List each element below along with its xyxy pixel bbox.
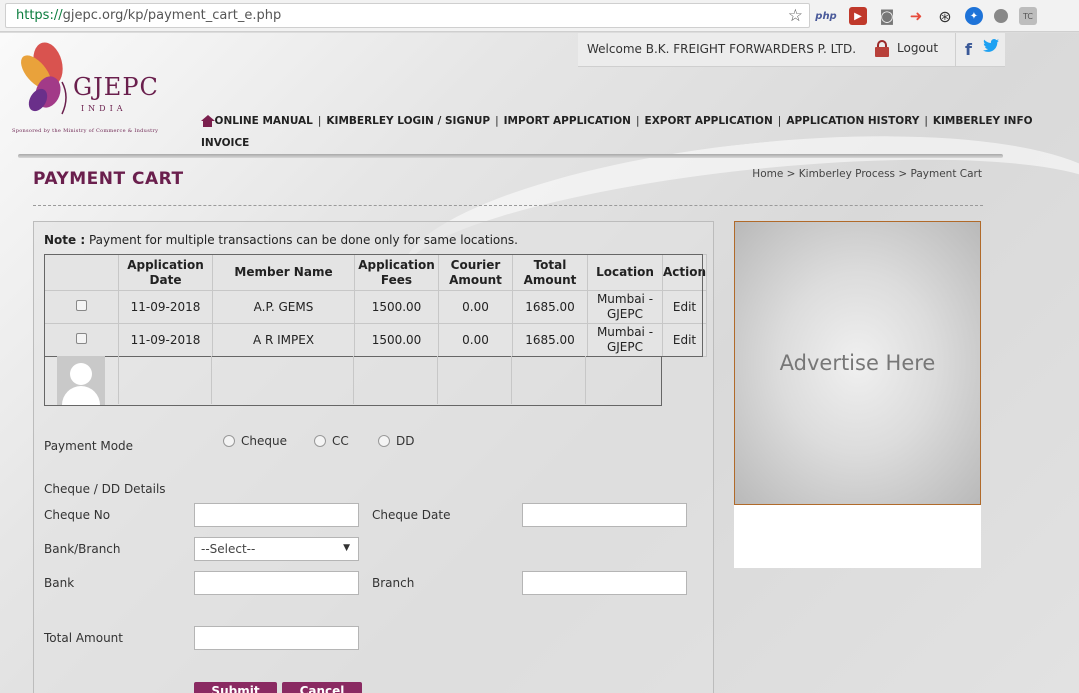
- table-header-action: Action: [661, 254, 708, 291]
- avatar: [57, 356, 105, 405]
- extensions-area: php ▶ ◙ ➜ ⊛ ✦ TC: [814, 4, 1037, 28]
- bank-label: Bank: [44, 576, 75, 590]
- cart-table: Application Date Member Name Application…: [44, 254, 708, 357]
- table-row: 11-09-2018 A R IMPEX 1500.00 0.00 1685.0…: [44, 323, 708, 357]
- cancel-button[interactable]: Cancel: [282, 682, 362, 693]
- camera-icon[interactable]: ◙: [878, 7, 896, 25]
- table-header-location: Location: [587, 254, 663, 291]
- cheque-no-input[interactable]: [194, 503, 359, 527]
- table-header-fees: Application Fees: [354, 254, 439, 291]
- bank-branch-select[interactable]: --Select-- ▼: [194, 537, 359, 561]
- cheque-date-input[interactable]: [522, 503, 687, 527]
- advert-footer: [734, 505, 981, 568]
- edit-link[interactable]: Edit: [661, 290, 708, 324]
- logout-button[interactable]: Logout: [874, 39, 938, 57]
- cell-member: A R IMPEX: [212, 323, 355, 357]
- bank-input[interactable]: [194, 571, 359, 595]
- bank-branch-label: Bank/Branch: [44, 542, 121, 556]
- breadcrumb[interactable]: Home > Kimberley Process > Payment Cart: [752, 168, 982, 180]
- cell-total: 1685.00: [512, 290, 588, 324]
- url-scheme: https://: [16, 8, 63, 23]
- cell-location: Mumbai - GJEPC: [587, 290, 663, 324]
- twitter-icon[interactable]: [983, 39, 999, 53]
- php-icon[interactable]: php: [814, 7, 838, 25]
- photo-row: [44, 356, 662, 406]
- nav-row-1: | ONLINE MANUAL | KIMBERLEY LOGIN / SIGN…: [201, 110, 1033, 132]
- table-header-member: Member Name: [212, 254, 355, 291]
- nav-kimberley-info[interactable]: KIMBERLEY INFO: [933, 110, 1033, 132]
- cheque-dd-details-label: Cheque / DD Details: [44, 482, 166, 496]
- cell-courier: 0.00: [438, 290, 513, 324]
- cell-courier: 0.00: [438, 323, 513, 357]
- advert-box[interactable]: Advertise Here: [734, 221, 981, 505]
- note-label: Note :: [44, 233, 86, 247]
- swirl-icon[interactable]: ⊛: [936, 7, 954, 26]
- radio-dd[interactable]: DD: [378, 434, 414, 448]
- table-header-row: Application Date Member Name Application…: [44, 254, 708, 291]
- arrow-icon[interactable]: ➜: [907, 7, 925, 25]
- row-checkbox[interactable]: [76, 299, 87, 311]
- cell-date: 11-09-2018: [118, 323, 213, 357]
- tc-icon[interactable]: TC: [1019, 7, 1037, 25]
- table-header-courier: Courier Amount: [438, 254, 513, 291]
- lock-icon: [874, 39, 890, 57]
- page-title: PAYMENT CART: [33, 169, 184, 189]
- total-amount-label: Total Amount: [44, 631, 123, 645]
- logo-text: GJEPC: [73, 73, 159, 101]
- nav-application-history[interactable]: APPLICATION HISTORY: [786, 110, 919, 132]
- nav-divider: [18, 154, 1003, 158]
- table-header-date: Application Date: [118, 254, 213, 291]
- cell-member: A.P. GEMS: [212, 290, 355, 324]
- payment-mode-label: Payment Mode: [44, 439, 134, 453]
- cheque-no-label: Cheque No: [44, 508, 111, 522]
- main-nav: | ONLINE MANUAL | KIMBERLEY LOGIN / SIGN…: [201, 110, 1033, 154]
- bookmark-star-icon[interactable]: ☆: [788, 6, 803, 26]
- nav-export-application[interactable]: EXPORT APPLICATION: [645, 110, 773, 132]
- nav-online-manual[interactable]: ONLINE MANUAL: [215, 110, 313, 132]
- cell-fees: 1500.00: [354, 290, 439, 324]
- logo-subtext: INDIA: [81, 104, 127, 113]
- cell-total: 1685.00: [512, 323, 588, 357]
- browser-toolbar: https:// gjepc.org/kp/payment_cart_e.php…: [0, 0, 1079, 32]
- branch-input[interactable]: [522, 571, 687, 595]
- record-icon[interactable]: ▶: [849, 7, 867, 25]
- url-path: gjepc.org/kp/payment_cart_e.php: [62, 8, 282, 23]
- cell-fees: 1500.00: [354, 323, 439, 357]
- cheque-date-label: Cheque Date: [372, 508, 451, 522]
- nav-invoice[interactable]: INVOICE: [201, 132, 249, 154]
- table-row: 11-09-2018 A.P. GEMS 1500.00 0.00 1685.0…: [44, 290, 708, 324]
- row-checkbox[interactable]: [76, 332, 87, 344]
- nav-row-2: INVOICE: [201, 132, 981, 154]
- nav-import-application[interactable]: IMPORT APPLICATION: [504, 110, 631, 132]
- cell-location: Mumbai - GJEPC: [587, 323, 663, 357]
- nav-kimberley-login[interactable]: KIMBERLEY LOGIN / SIGNUP: [326, 110, 490, 132]
- blue-extension-icon[interactable]: ✦: [965, 7, 983, 25]
- radio-cc[interactable]: CC: [314, 434, 349, 448]
- submit-button[interactable]: Submit: [194, 682, 277, 693]
- logout-label: Logout: [897, 41, 939, 55]
- address-bar[interactable]: https:// gjepc.org/kp/payment_cart_e.php…: [5, 3, 810, 28]
- advert-text: Advertise Here: [779, 351, 936, 375]
- edit-link[interactable]: Edit: [661, 323, 708, 357]
- total-amount-input[interactable]: [194, 626, 359, 650]
- bubble-icon[interactable]: [994, 9, 1008, 23]
- note-text: Note : Payment for multiple transactions…: [44, 233, 518, 247]
- table-header-select: [44, 254, 119, 291]
- radio-cheque[interactable]: Cheque: [223, 434, 287, 448]
- table-header-total: Total Amount: [512, 254, 588, 291]
- welcome-text: Welcome B.K. FREIGHT FORWARDERS P. LTD.: [587, 42, 857, 56]
- cell-date: 11-09-2018: [118, 290, 213, 324]
- facebook-icon[interactable]: f: [965, 40, 972, 59]
- divider: [955, 33, 956, 67]
- divider: [33, 205, 983, 206]
- branch-label: Branch: [372, 576, 415, 590]
- logo-tagline: Sponsored by the Ministry of Commerce & …: [12, 128, 159, 134]
- welcome-bar: Welcome B.K. FREIGHT FORWARDERS P. LTD. …: [578, 33, 1005, 67]
- chevron-down-icon: ▼: [343, 543, 350, 553]
